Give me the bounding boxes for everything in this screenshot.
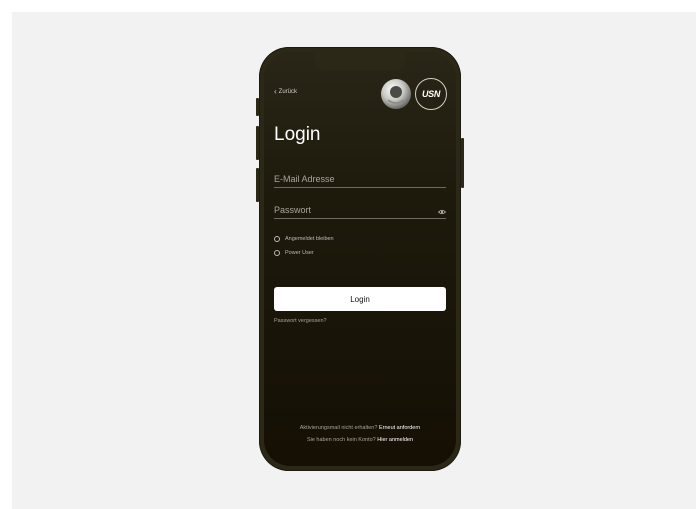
signup-link[interactable]: Hier anmelden — [377, 437, 413, 443]
activation-line: Aktivierungsmail nicht erhalten? Erneut … — [264, 425, 456, 431]
power-user-option[interactable]: Power User — [274, 250, 314, 256]
forgot-password-link[interactable]: Passwort vergessen? — [274, 318, 327, 324]
activation-text: Aktivierungsmail nicht erhalten? — [299, 425, 378, 431]
login-button[interactable]: Login — [274, 287, 446, 311]
email-input[interactable] — [274, 172, 434, 186]
phone-notch — [314, 52, 406, 70]
password-input[interactable] — [274, 203, 434, 217]
phone-power-button — [461, 138, 464, 188]
signup-text: Sie haben noch kein Konto? — [306, 437, 376, 443]
usn-logo-text: USN — [421, 89, 441, 99]
back-link[interactable]: ‹ Zurück — [274, 87, 298, 96]
stay-logged-in-option[interactable]: Angemeldet bleiben — [274, 236, 334, 242]
back-link-label: Zurück — [278, 89, 298, 95]
resend-activation-link[interactable]: Erneut anfordern — [379, 425, 420, 431]
password-field[interactable] — [274, 203, 446, 219]
stay-logged-in-label: Angemeldet bleiben — [285, 236, 334, 242]
ball-logo-icon — [381, 79, 411, 109]
chevron-left-icon: ‹ — [274, 87, 277, 96]
signup-line: Sie haben noch kein Konto? Hier anmelden — [264, 437, 456, 443]
eye-icon[interactable] — [438, 209, 446, 215]
radio-button[interactable] — [274, 250, 280, 256]
page-title: Login — [274, 124, 321, 145]
radio-button[interactable] — [274, 236, 280, 242]
usn-logo: USN — [415, 78, 447, 110]
email-field[interactable] — [274, 172, 446, 188]
power-user-label: Power User — [285, 250, 314, 256]
phone-screen: ‹ Zurück USN Login Angemeldet bleiben — [264, 52, 456, 466]
